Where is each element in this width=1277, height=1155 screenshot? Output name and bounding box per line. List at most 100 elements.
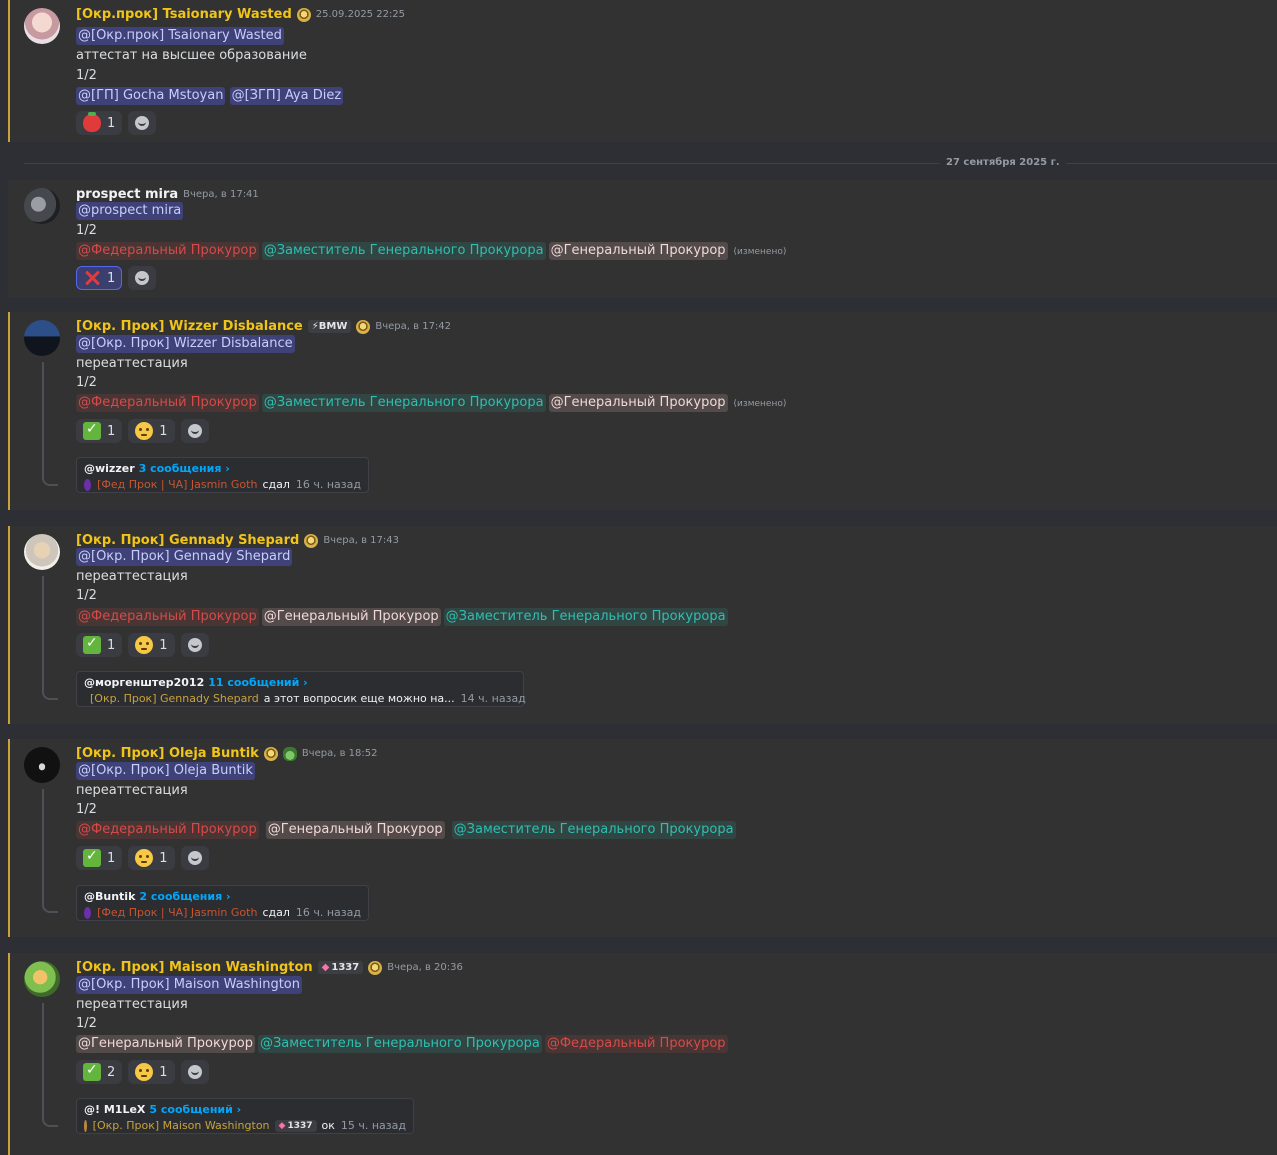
thread-count[interactable]: 11 сообщений ›	[208, 676, 307, 689]
user-mention[interactable]: @[Окр. Прок] Oleja Buntik	[76, 762, 255, 780]
user-mention[interactable]: @prospect mira	[76, 202, 184, 220]
author-name[interactable]: prospect mira	[76, 187, 178, 202]
role-mention[interactable]: @Генеральный Прокурор	[261, 608, 441, 626]
check-icon	[83, 635, 101, 654]
add-reaction-button[interactable]	[180, 633, 209, 657]
cross-mark-icon	[83, 269, 101, 287]
thread-preview[interactable]: @моргенштер2012 11 сообщений › [Окр. Прок…	[76, 671, 526, 707]
message-text: 1/2	[76, 68, 97, 83]
avatar[interactable]	[24, 320, 60, 356]
reaction-check[interactable]: 1	[76, 846, 123, 870]
role-mention[interactable]: @Генеральный Прокурор	[548, 242, 728, 260]
thinking-face-icon	[135, 849, 154, 867]
thread-text: сдал	[262, 906, 290, 919]
message: [Окр. Прок] Maison Washington ◆ 1337 Вчер…	[8, 953, 1277, 1155]
reaction-thinking[interactable]: 1	[128, 846, 175, 870]
edited-label: (изменено)	[733, 399, 787, 409]
thread-count[interactable]: 3 сообщения ›	[139, 462, 230, 475]
avatar	[84, 478, 92, 491]
avatar	[84, 1119, 87, 1132]
role-mention[interactable]: @Федеральный Прокурор	[76, 394, 259, 412]
author-name[interactable]: [Окр. Прок] Oleja Buntik	[76, 746, 259, 761]
reaction-check[interactable]: 2	[76, 1060, 123, 1084]
message: prospect mira Вчера, в 17:41 @prospect m…	[8, 180, 1277, 298]
clan-tag: ◆ 1337	[317, 961, 364, 974]
reaction-check[interactable]: 1	[76, 633, 123, 657]
message: [Окр. Прок] Oleja Buntik Вчера, в 18:52 …	[8, 739, 1277, 937]
author-name[interactable]: [Окр.прок] Tsaionary Wasted	[76, 7, 292, 22]
role-mention[interactable]: @Заместитель Генерального Прокурора	[261, 394, 546, 412]
thread-spine	[42, 362, 58, 486]
add-reaction-button[interactable]	[180, 846, 209, 870]
avatar[interactable]	[24, 534, 60, 570]
message-text: переаттестация	[76, 356, 188, 371]
user-mention[interactable]: @[Окр.прок] Tsaionary Wasted	[76, 27, 284, 45]
avatar[interactable]	[24, 188, 60, 224]
user-mention[interactable]: @[Окр. Прок] Gennady Shepard	[76, 548, 293, 566]
smile-icon	[187, 1065, 202, 1079]
gem-icon: ◆	[321, 962, 330, 973]
user-mention[interactable]: @[ГП] Gocha Mstoyan	[76, 87, 226, 105]
reaction-cross[interactable]: 1	[76, 266, 123, 290]
add-reaction-button[interactable]	[180, 419, 209, 443]
message: [Окр.прок] Tsaionary Wasted 25.09.2025 2…	[8, 0, 1277, 142]
avatar[interactable]	[24, 8, 60, 44]
thread-count[interactable]: 5 сообщений ›	[149, 1103, 241, 1116]
message-text: 1/2	[76, 223, 97, 238]
thread-name: @моргенштер2012	[84, 676, 205, 689]
thread-author: [Окр. Прок] Maison Washington	[92, 1119, 270, 1132]
role-mention[interactable]: @Федеральный Прокурор	[544, 1035, 728, 1053]
message: [Окр. Прок] Gennady Shepard Вчера, в 17:…	[8, 526, 1277, 724]
message-text: переаттестация	[76, 997, 188, 1012]
message-text: 1/2	[76, 588, 97, 603]
message-text: переаттестация	[76, 569, 188, 584]
message-text: 1/2	[76, 802, 97, 817]
role-mention[interactable]: @Генеральный Прокурор	[265, 821, 445, 839]
role-mention[interactable]: @Заместитель Генерального Прокурора	[257, 1035, 542, 1053]
role-mention[interactable]: @Заместитель Генерального Прокурора	[443, 608, 728, 626]
reaction-check[interactable]: 1	[76, 419, 123, 443]
thread-name: @! M1LeX	[84, 1103, 146, 1116]
role-mention[interactable]: @Заместитель Генерального Прокурора	[451, 821, 736, 839]
user-mention[interactable]: @[Окр. Прок] Wizzer Disbalance	[76, 335, 295, 353]
user-mention[interactable]: @[ЗГП] Aya Diez	[229, 87, 344, 105]
role-mention[interactable]: @Федеральный Прокурор	[76, 242, 259, 260]
reaction-thinking[interactable]: 1	[128, 633, 175, 657]
plant-icon	[282, 746, 297, 761]
clan-tag: ◆ 1337	[274, 1119, 317, 1132]
author-name[interactable]: [Окр. Прок] Gennady Shepard	[76, 533, 299, 548]
thread-preview[interactable]: @wizzer 3 сообщения › [Фед Прок | ЧА] Jas…	[76, 457, 369, 493]
role-mention[interactable]: @Генеральный Прокурор	[548, 394, 728, 412]
role-mention[interactable]: @Заместитель Генерального Прокурора	[261, 242, 546, 260]
smile-icon	[187, 424, 202, 438]
thread-preview[interactable]: @! M1LeX 5 сообщений › [Окр. Прок] Maison…	[76, 1098, 414, 1134]
thread-text: а этот вопросик еще можно на...	[263, 692, 455, 705]
thread-preview[interactable]: @Buntik 2 сообщения › [Фед Прок | ЧА] Jas…	[76, 885, 369, 921]
role-mention[interactable]: @Федеральный Прокурор	[76, 821, 259, 839]
author-name[interactable]: [Окр. Прок] Maison Washington	[76, 960, 313, 975]
date-divider-label: 27 сентября 2025 г.	[940, 157, 1066, 168]
smile-icon	[187, 638, 202, 652]
timestamp: Вчера, в 18:52	[301, 748, 378, 759]
badge-icon	[296, 7, 311, 22]
check-icon	[83, 421, 101, 440]
reaction-thinking[interactable]: 1	[128, 1060, 175, 1084]
avatar[interactable]	[24, 961, 60, 997]
badge-icon	[304, 533, 319, 548]
message-text: 1/2	[76, 1016, 97, 1031]
author-name[interactable]: [Окр. Прок] Wizzer Disbalance	[76, 319, 303, 334]
add-reaction-button[interactable]	[180, 1060, 209, 1084]
user-mention[interactable]: @[Окр. Прок] Maison Washington	[76, 976, 302, 994]
role-mention[interactable]: @Федеральный Прокурор	[76, 608, 259, 626]
role-mention[interactable]: @Генеральный Прокурор	[76, 1035, 255, 1053]
thread-name: @wizzer	[84, 462, 135, 475]
thread-author: [Фед Прок | ЧА] Jasmin Goth	[97, 906, 258, 919]
thread-count[interactable]: 2 сообщения ›	[139, 890, 230, 903]
reaction-thinking[interactable]: 1	[128, 419, 175, 443]
check-icon	[83, 1062, 101, 1081]
add-reaction-button[interactable]	[128, 111, 157, 135]
thread-time: 16 ч. назад	[295, 478, 361, 491]
add-reaction-button[interactable]	[128, 266, 157, 290]
reaction-strawberry[interactable]: 1	[76, 111, 123, 135]
avatar[interactable]	[24, 747, 60, 783]
